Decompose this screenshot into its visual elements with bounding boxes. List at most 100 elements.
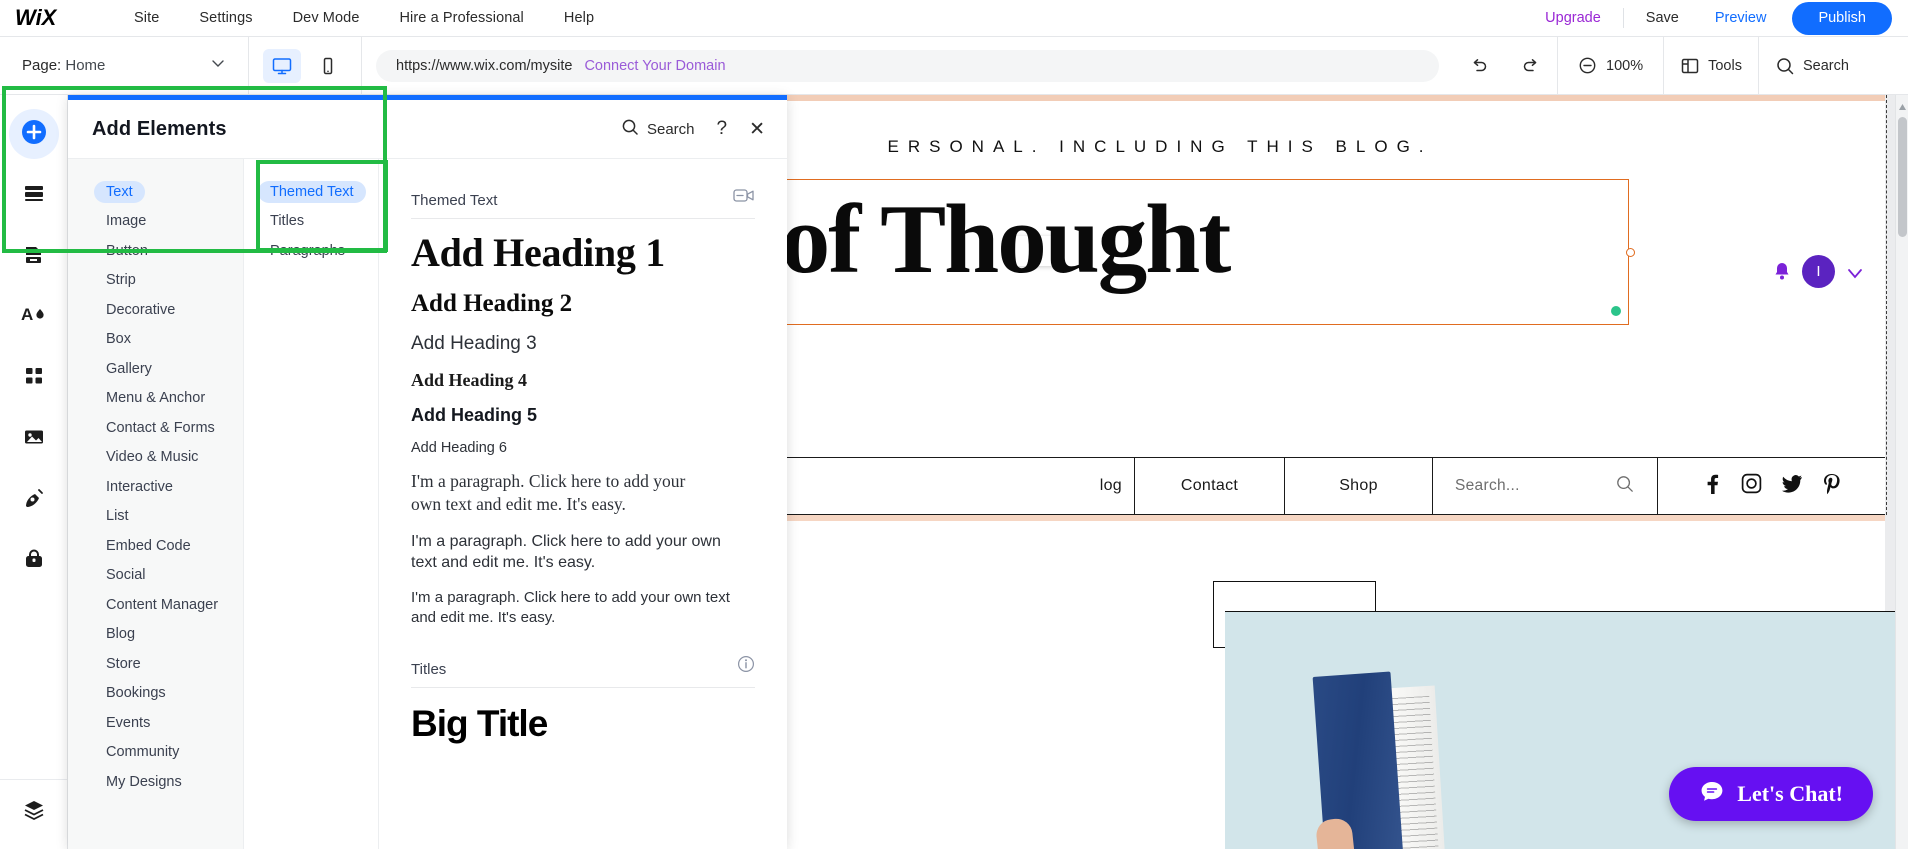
top-nav-settings[interactable]: Settings xyxy=(179,10,272,26)
publish-button[interactable]: Publish xyxy=(1792,1,1892,35)
category-item-box[interactable]: Box xyxy=(68,325,243,355)
list-item[interactable]: I'm a paragraph. Click here to add your … xyxy=(411,524,755,581)
rail-site-design-button[interactable]: A xyxy=(9,292,59,342)
top-nav-help[interactable]: Help xyxy=(544,10,614,26)
category-item-social[interactable]: Social xyxy=(68,561,243,591)
search-icon xyxy=(1777,57,1794,74)
save-button[interactable]: Save xyxy=(1628,10,1697,26)
top-nav-hire-a-professional[interactable]: Hire a Professional xyxy=(379,10,543,26)
instagram-icon[interactable] xyxy=(1741,473,1762,499)
category-item-decorative[interactable]: Decorative xyxy=(68,295,243,325)
undo-button[interactable] xyxy=(1453,37,1505,95)
twitter-icon[interactable] xyxy=(1781,474,1803,499)
list-item[interactable]: Big Title xyxy=(411,688,755,752)
category-item-bookings[interactable]: Bookings xyxy=(68,679,243,709)
editor-search-button[interactable]: Search xyxy=(1759,37,1865,95)
notifications-bell-icon[interactable] xyxy=(1771,260,1793,287)
subcategory-label: Titles xyxy=(270,213,305,229)
close-icon[interactable]: ✕ xyxy=(749,118,765,141)
subcategory-item-titles[interactable]: Titles xyxy=(244,207,378,237)
list-item[interactable]: I'm a paragraph. Click here to add your … xyxy=(411,581,755,636)
canvas-scrollbar-thumb[interactable] xyxy=(1898,117,1907,237)
category-item-contact-forms[interactable]: Contact & Forms xyxy=(68,413,243,443)
mobile-view-button[interactable] xyxy=(309,49,347,83)
category-item-events[interactable]: Events xyxy=(68,708,243,738)
category-label: Button xyxy=(106,242,148,259)
list-item[interactable]: Add Heading 1 xyxy=(411,223,755,283)
theme-icon: A xyxy=(21,302,47,333)
subcategory-item-paragraphs[interactable]: Paragraphs xyxy=(244,236,378,266)
section-title: Themed Text xyxy=(411,192,498,209)
category-item-my-designs[interactable]: My Designs xyxy=(68,767,243,797)
list-item[interactable]: Add Heading 4 xyxy=(411,363,755,398)
lets-chat-label: Let's Chat! xyxy=(1737,781,1843,806)
upgrade-button[interactable]: Upgrade xyxy=(1527,10,1619,26)
category-item-content-manager[interactable]: Content Manager xyxy=(68,590,243,620)
panel-search-button[interactable]: Search xyxy=(621,118,695,140)
site-search-field[interactable]: Search... xyxy=(1433,458,1658,514)
rail-pages-button[interactable] xyxy=(9,231,59,281)
list-item[interactable]: Add Heading 2 xyxy=(411,283,755,326)
tools-button[interactable]: Tools xyxy=(1664,37,1758,95)
subcategory-item-themed-text[interactable]: Themed Text xyxy=(244,177,378,207)
top-nav-site[interactable]: Site xyxy=(114,10,179,26)
preview-heading-1: Add Heading 1 xyxy=(411,230,665,275)
rail-add-section-button[interactable] xyxy=(9,170,59,220)
category-item-blog[interactable]: Blog xyxy=(68,620,243,650)
nav-item-blog[interactable]: log xyxy=(787,458,1135,514)
info-icon[interactable] xyxy=(737,655,755,678)
list-item[interactable]: I'm a paragraph. Click here to add your … xyxy=(411,463,755,524)
avatar-chevron-down-icon[interactable] xyxy=(1845,267,1865,286)
wix-logo-icon[interactable]: WiX xyxy=(14,6,72,30)
add-elements-panel: Add Elements Search ? ✕ Text Image Butto… xyxy=(68,95,787,849)
element-preview-list[interactable]: Themed Text Add Heading 1 Add Heading 2 … xyxy=(379,159,787,849)
category-item-embed-code[interactable]: Embed Code xyxy=(68,531,243,561)
editor-toolbar: Page: Home https://www.wix.com/mysite Co… xyxy=(0,36,1908,95)
rail-blog-button[interactable] xyxy=(9,475,59,525)
category-item-strip[interactable]: Strip xyxy=(68,266,243,296)
site-canvas[interactable]: ERSONAL. INCLUDING THIS BLOG. of Thought… xyxy=(787,95,1908,849)
pinterest-icon[interactable] xyxy=(1822,473,1841,500)
page-selector[interactable]: Page: Home xyxy=(0,37,248,94)
rail-layers-button[interactable] xyxy=(0,779,67,849)
url-bar-wrap: https://www.wix.com/mysite Connect Your … xyxy=(362,49,1453,82)
preview-button[interactable]: Preview xyxy=(1697,10,1785,26)
list-item[interactable]: Add Heading 3 xyxy=(411,326,755,363)
help-icon[interactable]: ? xyxy=(717,118,728,140)
nav-item-shop[interactable]: Shop xyxy=(1285,458,1433,514)
category-item-video-music[interactable]: Video & Music xyxy=(68,443,243,473)
site-tagline[interactable]: ERSONAL. INCLUDING THIS BLOG. xyxy=(787,137,1885,157)
video-camera-icon[interactable] xyxy=(733,187,755,209)
category-item-menu-anchor[interactable]: Menu & Anchor xyxy=(68,384,243,414)
list-item[interactable]: Add Heading 5 xyxy=(411,398,755,433)
lets-chat-button[interactable]: Let's Chat! xyxy=(1669,767,1873,821)
hero-title[interactable]: of Thought xyxy=(787,183,1635,296)
left-icon-rail: A xyxy=(0,95,68,849)
zoom-control[interactable]: 100% xyxy=(1558,37,1663,95)
avatar[interactable]: I xyxy=(1802,255,1835,288)
category-item-list[interactable]: List xyxy=(68,502,243,532)
site-url-bar[interactable]: https://www.wix.com/mysite Connect Your … xyxy=(376,49,1439,82)
top-nav-dev-mode[interactable]: Dev Mode xyxy=(273,10,380,26)
facebook-icon[interactable] xyxy=(1702,473,1722,500)
ai-suggestion-dot[interactable] xyxy=(1611,306,1621,316)
desktop-view-button[interactable] xyxy=(263,48,301,83)
category-item-interactive[interactable]: Interactive xyxy=(68,472,243,502)
rail-media-button[interactable] xyxy=(9,414,59,464)
nav-item-contact[interactable]: Contact xyxy=(1135,458,1285,514)
category-item-store[interactable]: Store xyxy=(68,649,243,679)
rail-business-tools-button[interactable] xyxy=(9,536,59,586)
category-item-community[interactable]: Community xyxy=(68,738,243,768)
category-item-image[interactable]: Image xyxy=(68,207,243,237)
category-item-gallery[interactable]: Gallery xyxy=(68,354,243,384)
scroll-up-arrow-icon[interactable] xyxy=(1898,99,1907,117)
rail-add-elements-button[interactable] xyxy=(8,109,59,159)
rail-apps-button[interactable] xyxy=(9,353,59,403)
redo-button[interactable] xyxy=(1505,37,1557,95)
category-label: Community xyxy=(106,744,180,760)
connect-domain-link[interactable]: Connect Your Domain xyxy=(584,58,725,74)
category-item-text[interactable]: Text xyxy=(68,177,243,207)
category-item-button[interactable]: Button xyxy=(68,236,243,266)
canvas-scrollbar[interactable] xyxy=(1895,95,1908,849)
list-item[interactable]: Add Heading 6 xyxy=(411,433,755,463)
